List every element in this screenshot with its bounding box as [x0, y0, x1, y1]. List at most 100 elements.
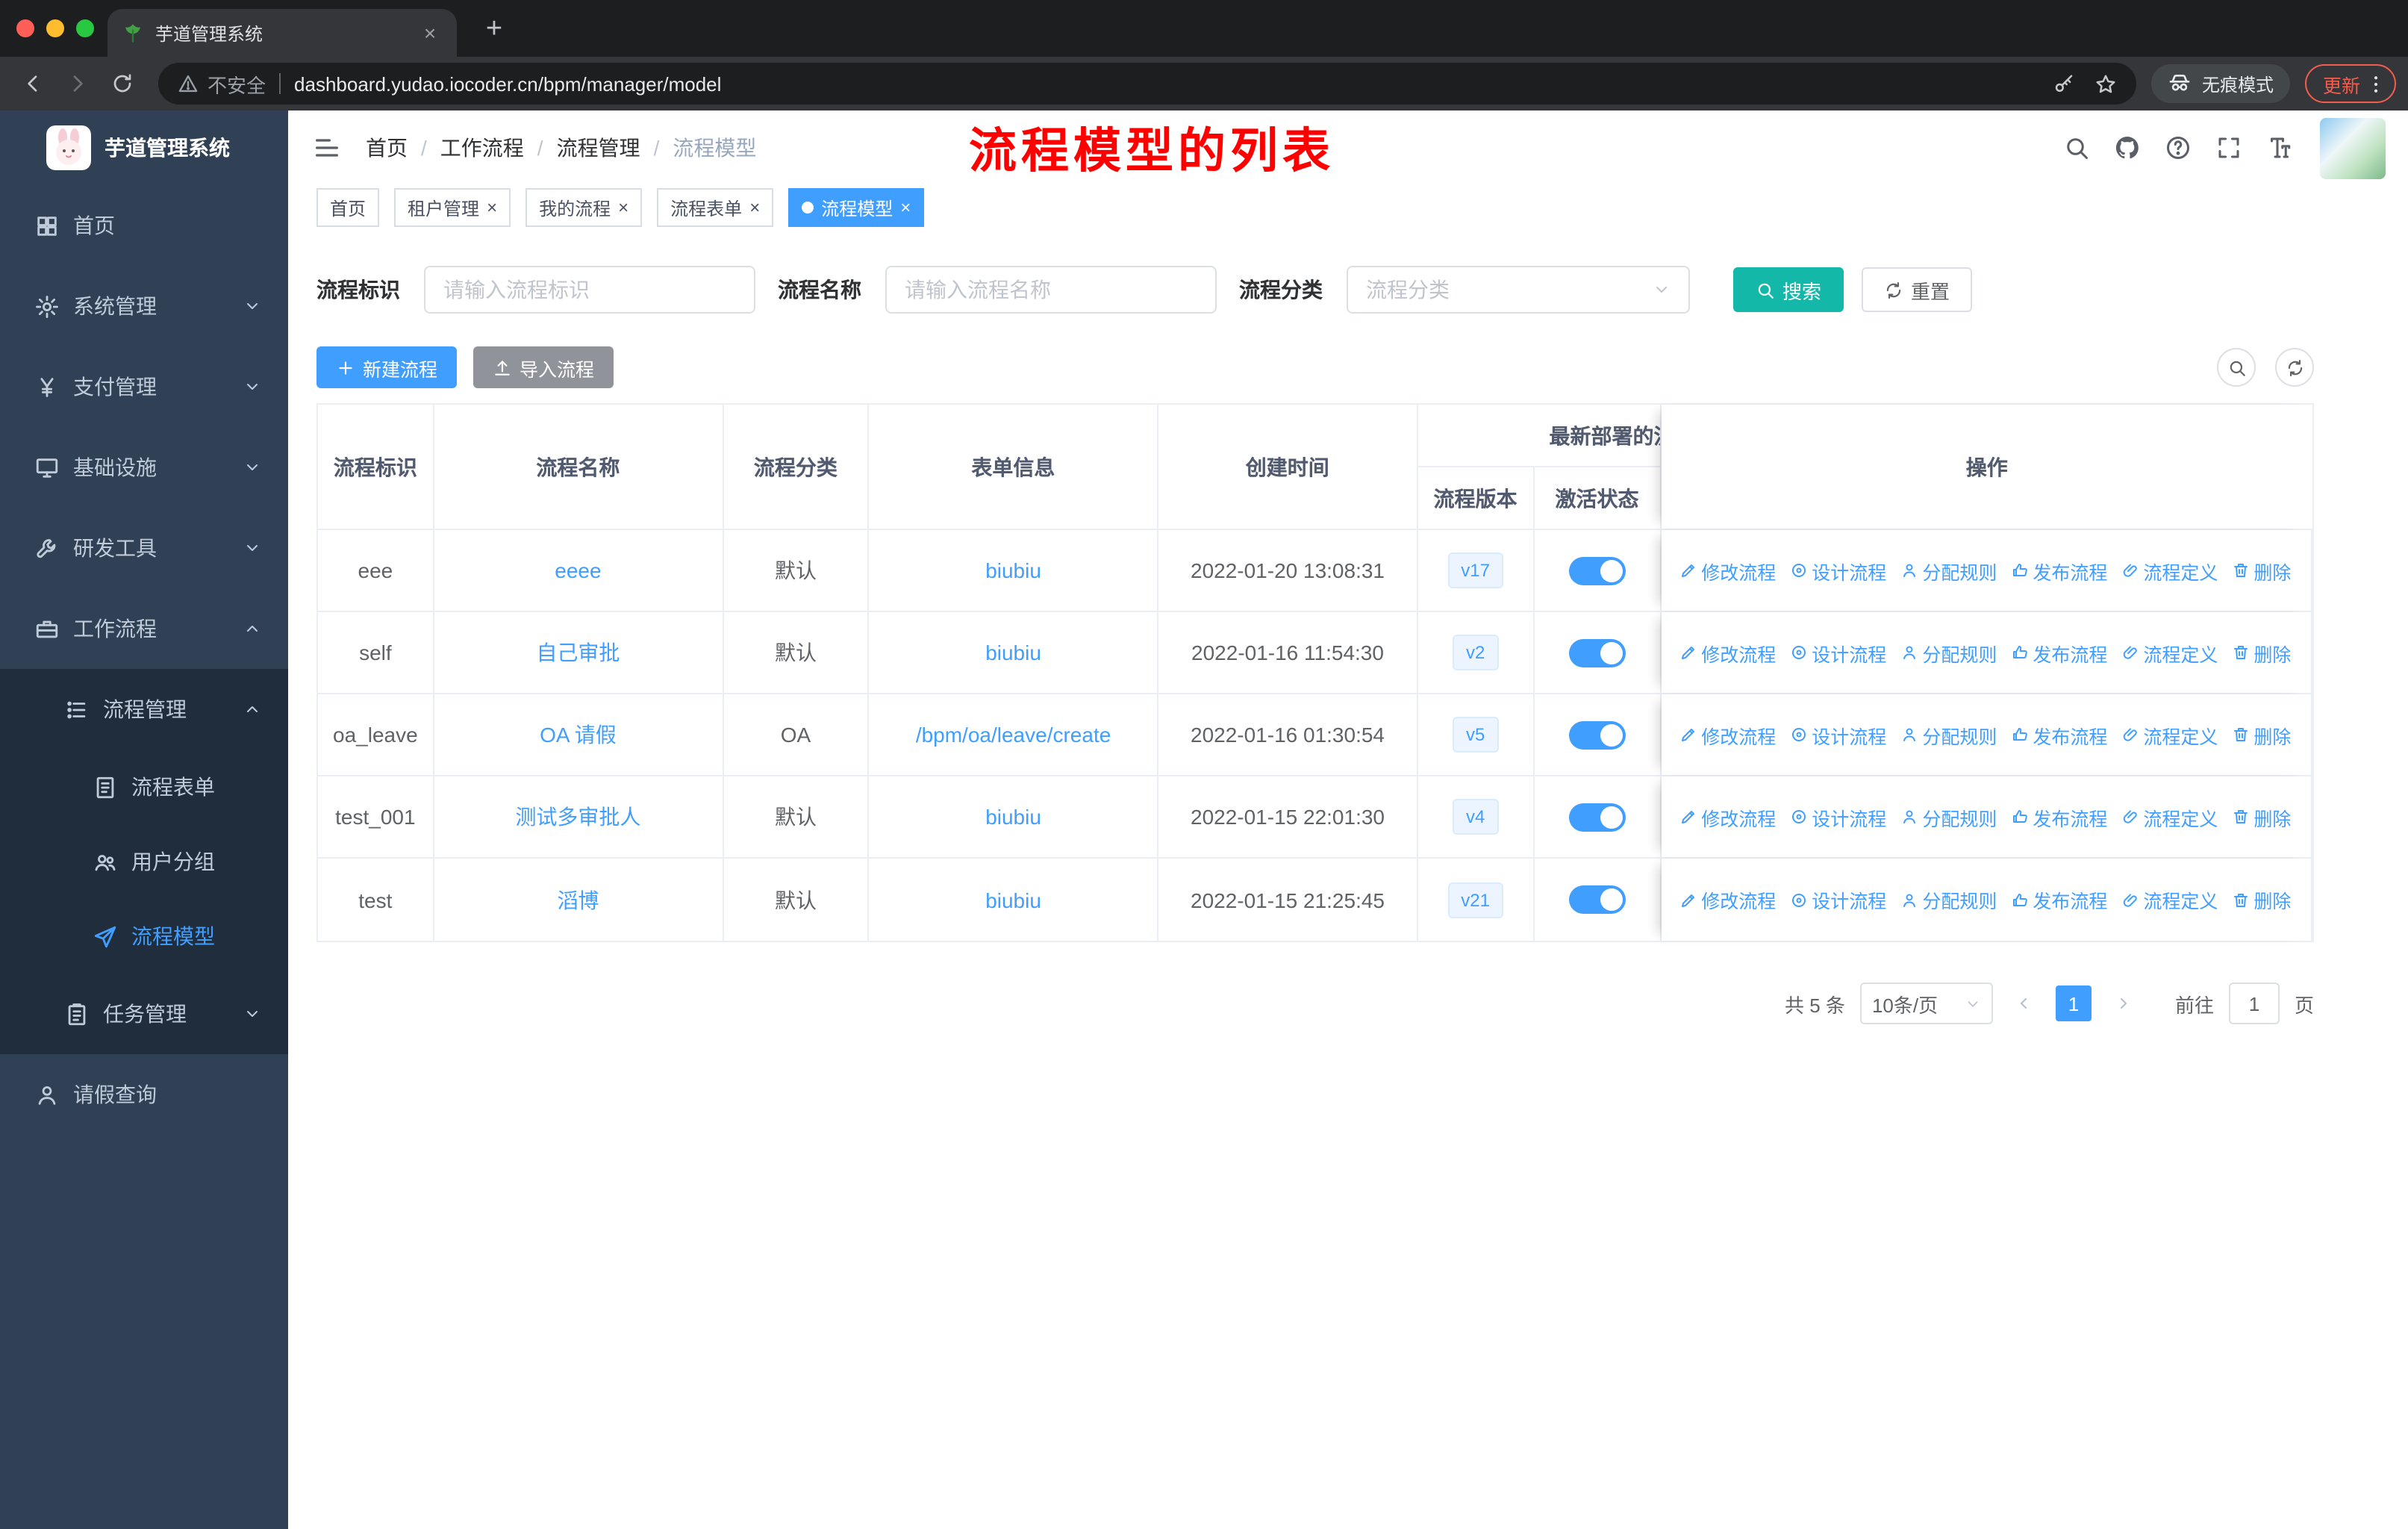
process-name-link[interactable]: 自己审批 — [536, 638, 620, 667]
action-assign-rule-link[interactable]: 分配规则 — [1900, 885, 1997, 914]
sidebar-item-process-model[interactable]: 流程模型 — [0, 899, 288, 974]
process-key-input[interactable] — [443, 278, 736, 302]
form-link[interactable]: biubiu — [985, 888, 1041, 912]
sidebar-item-home[interactable]: 首页 — [0, 185, 288, 266]
action-design-link[interactable]: 设计流程 — [1789, 556, 1886, 585]
action-assign-rule-link[interactable]: 分配规则 — [1900, 638, 1997, 667]
font-size-icon[interactable] — [2266, 134, 2293, 161]
current-page-button[interactable]: 1 — [2055, 985, 2092, 1021]
bookmark-star-icon[interactable] — [2094, 72, 2117, 95]
action-definition-link[interactable]: 流程定义 — [2121, 556, 2218, 585]
action-publish-link[interactable]: 发布流程 — [2010, 720, 2107, 749]
process-name-link[interactable]: OA 请假 — [540, 720, 617, 750]
sidebar-item-leave-query[interactable]: 请假查询 — [0, 1054, 288, 1135]
active-toggle[interactable] — [1568, 638, 1626, 667]
tag-close-icon[interactable]: × — [900, 199, 911, 217]
process-name-link[interactable]: eeee — [555, 558, 601, 582]
import-process-button[interactable]: 导入流程 — [473, 346, 614, 388]
next-page-button[interactable] — [2106, 985, 2139, 1021]
browser-menu-icon[interactable] — [2365, 72, 2387, 95]
sidebar-item-infrastructure[interactable]: 基础设施 — [0, 427, 288, 508]
refresh-table-button[interactable] — [2275, 348, 2314, 387]
action-publish-link[interactable]: 发布流程 — [2010, 556, 2107, 585]
reload-button[interactable] — [102, 63, 143, 105]
header-search-icon[interactable] — [2063, 134, 2090, 161]
window-zoom-button[interactable] — [76, 19, 94, 37]
action-publish-link[interactable]: 发布流程 — [2010, 885, 2107, 914]
tag-home[interactable]: 首页 — [316, 188, 380, 227]
window-close-button[interactable] — [16, 19, 34, 37]
form-link[interactable]: /bpm/oa/leave/create — [916, 723, 1111, 747]
sidebar-item-task-management[interactable]: 任务管理 — [0, 974, 288, 1054]
browser-tab[interactable]: 芋道管理系统 × — [107, 9, 457, 57]
action-modify-link[interactable]: 修改流程 — [1679, 885, 1776, 914]
action-definition-link[interactable]: 流程定义 — [2121, 803, 2218, 831]
tag-close-icon[interactable]: × — [618, 199, 628, 217]
action-delete-link[interactable]: 删除 — [2231, 638, 2291, 667]
process-key-field[interactable] — [424, 266, 755, 314]
active-toggle[interactable] — [1568, 720, 1626, 749]
active-toggle[interactable] — [1568, 803, 1626, 831]
fullscreen-icon[interactable] — [2215, 134, 2242, 161]
sidebar-item-user-group[interactable]: 用户分组 — [0, 824, 288, 899]
forward-button[interactable] — [57, 63, 99, 105]
sidebar-item-payment[interactable]: 支付管理 — [0, 346, 288, 427]
action-publish-link[interactable]: 发布流程 — [2010, 803, 2107, 831]
sidebar-item-process-management[interactable]: 流程管理 — [0, 669, 288, 750]
action-publish-link[interactable]: 发布流程 — [2010, 638, 2107, 667]
goto-page-input[interactable] — [2228, 983, 2280, 1024]
process-name-link[interactable]: 滔博 — [557, 885, 599, 915]
process-name-link[interactable]: 测试多审批人 — [515, 802, 640, 832]
action-assign-rule-link[interactable]: 分配规则 — [1900, 803, 1997, 831]
sidebar-item-workflow[interactable]: 工作流程 — [0, 588, 288, 669]
form-link[interactable]: biubiu — [985, 641, 1041, 664]
action-modify-link[interactable]: 修改流程 — [1679, 638, 1776, 667]
action-definition-link[interactable]: 流程定义 — [2121, 885, 2218, 914]
tag-process-model[interactable]: 流程模型 × — [788, 188, 925, 227]
action-assign-rule-link[interactable]: 分配规则 — [1900, 556, 1997, 585]
toggle-search-button[interactable] — [2217, 348, 2256, 387]
action-modify-link[interactable]: 修改流程 — [1679, 803, 1776, 831]
help-icon[interactable] — [2165, 134, 2192, 161]
action-design-link[interactable]: 设计流程 — [1789, 638, 1886, 667]
key-icon[interactable] — [2053, 72, 2075, 95]
tag-my-process[interactable]: 我的流程 × — [525, 188, 643, 227]
action-delete-link[interactable]: 删除 — [2231, 885, 2291, 914]
action-design-link[interactable]: 设计流程 — [1789, 803, 1886, 831]
active-toggle[interactable] — [1568, 885, 1626, 914]
security-status[interactable]: 不安全 — [178, 69, 266, 98]
user-avatar[interactable] — [2320, 117, 2386, 178]
breadcrumb-item[interactable]: 流程管理 — [557, 133, 640, 163]
tag-close-icon[interactable]: × — [749, 199, 760, 217]
active-toggle[interactable] — [1568, 556, 1626, 585]
form-link[interactable]: biubiu — [985, 805, 1041, 829]
tag-close-icon[interactable]: × — [487, 199, 497, 217]
breadcrumb-item[interactable]: 首页 — [366, 133, 408, 163]
page-size-select[interactable]: 10条/页 — [1859, 983, 1993, 1024]
process-name-field[interactable] — [885, 266, 1217, 314]
action-design-link[interactable]: 设计流程 — [1789, 720, 1886, 749]
action-assign-rule-link[interactable]: 分配规则 — [1900, 720, 1997, 749]
github-icon[interactable] — [2114, 134, 2141, 161]
form-link[interactable]: biubiu — [985, 558, 1041, 582]
category-select[interactable]: 流程分类 — [1347, 266, 1690, 314]
sidebar-item-process-form[interactable]: 流程表单 — [0, 750, 288, 824]
tag-process-form[interactable]: 流程表单 × — [657, 188, 774, 227]
create-process-button[interactable]: 新建流程 — [316, 346, 458, 388]
window-minimize-button[interactable] — [46, 19, 64, 37]
sidebar-item-system[interactable]: 系统管理 — [0, 266, 288, 346]
action-definition-link[interactable]: 流程定义 — [2121, 720, 2218, 749]
action-modify-link[interactable]: 修改流程 — [1679, 720, 1776, 749]
action-modify-link[interactable]: 修改流程 — [1679, 556, 1776, 585]
process-name-input[interactable] — [905, 278, 1197, 302]
browser-menu-update-button[interactable]: 更新 — [2304, 64, 2396, 103]
tab-close-icon[interactable]: × — [418, 21, 442, 45]
action-design-link[interactable]: 设计流程 — [1789, 885, 1886, 914]
tag-tenant-management[interactable]: 租户管理 × — [394, 188, 511, 227]
reset-button[interactable]: 重置 — [1862, 267, 1973, 312]
sidebar-item-devtools[interactable]: 研发工具 — [0, 508, 288, 588]
breadcrumb-item[interactable]: 工作流程 — [440, 133, 524, 163]
sidebar-collapse-icon[interactable] — [312, 133, 342, 163]
action-definition-link[interactable]: 流程定义 — [2121, 638, 2218, 667]
action-delete-link[interactable]: 删除 — [2231, 720, 2291, 749]
